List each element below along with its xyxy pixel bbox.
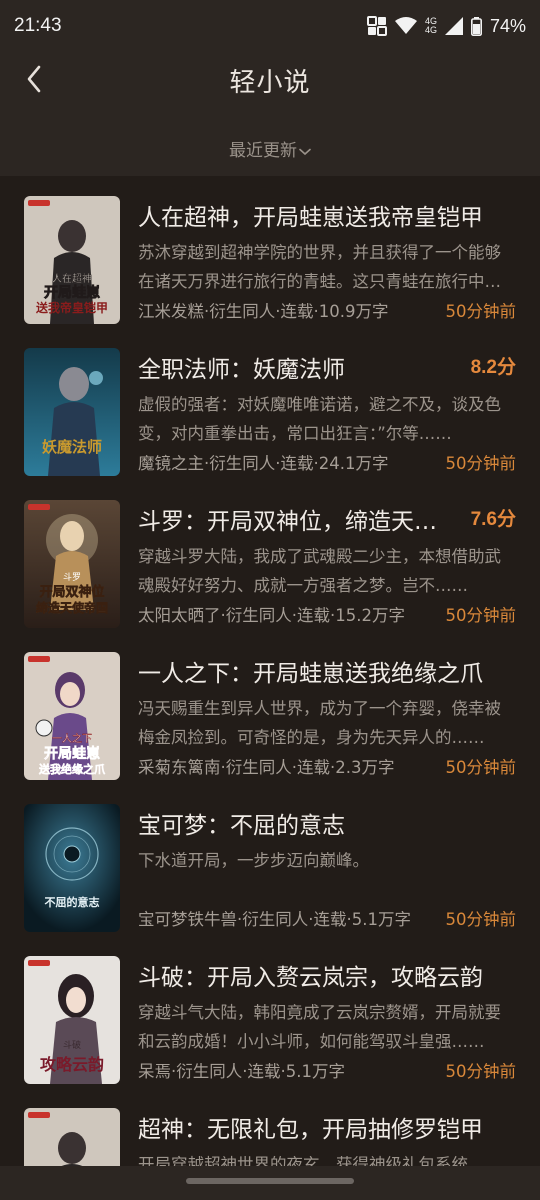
svg-text:一人之下: 一人之下 <box>52 732 92 745</box>
page-title: 轻小说 <box>229 68 311 98</box>
svg-text:送我帝皇铠甲: 送我帝皇铠甲 <box>35 300 108 315</box>
book-item[interactable]: 人在超神 开局蛙崽 送我帝皇铠甲 人在超神，开局蛙崽送我帝皇铠甲 苏沐穿越到超神… <box>0 176 540 328</box>
svg-text:斗罗: 斗罗 <box>63 572 81 583</box>
update-time: 50分钟前 <box>445 758 517 777</box>
book-meta: 魔镜之主·衍生同人·连载·24.1万字 <box>138 454 389 473</box>
book-item[interactable]: 不屈的意志 宝可梦：不屈的意志 下水道开局，一步步迈向巅峰。 宝可梦铁牛兽·衍生… <box>0 784 540 936</box>
book-cover: 妖魔法师 <box>24 348 120 476</box>
signal-icon <box>444 17 463 35</box>
book-meta: 呆焉·衍生同人·连载·5.1万字 <box>138 1062 345 1081</box>
book-description: 穿越斗罗大陆，我成了武魂殿二少主，本想借助武魂殿好好努力、成就一方强者之梦。岂不… <box>138 547 501 595</box>
book-title: 斗罗：开局双神位，缔造天使帝国 <box>138 509 452 535</box>
battery-icon <box>470 16 482 36</box>
svg-text:斗破: 斗破 <box>63 1039 81 1051</box>
svg-text:缔造天使帝国: 缔造天使帝国 <box>36 600 108 615</box>
book-description: 苏沐穿越到超神学院的世界，并且获得了一个能够在诸天万界进行旅行的青蛙。这只青蛙在… <box>138 243 501 291</box>
book-score: 7.6分 <box>470 509 516 530</box>
svg-text:送我绝缘之爪: 送我绝缘之爪 <box>38 762 106 776</box>
book-item[interactable]: 超神：无限礼包，开局抽修罗铠甲 开局穿越超神世界的夜玄，获得神级礼包系统， <box>0 1088 540 1166</box>
svg-text:开局蛙崽: 开局蛙崽 <box>44 284 100 301</box>
book-score: 8.2分 <box>470 357 516 378</box>
update-time: 50分钟前 <box>445 606 517 625</box>
book-meta: 采菊东篱南·衍生同人·连载·2.3万字 <box>138 758 395 777</box>
update-time: 50分钟前 <box>445 1062 517 1081</box>
svg-text:开局双神位: 开局双神位 <box>39 584 104 600</box>
book-item[interactable]: 一人之下 开局蛙崽 送我绝缘之爪 一人之下：开局蛙崽送我绝缘之爪 冯天赐重生到异… <box>0 632 540 784</box>
battery-percent: 74% <box>489 15 526 36</box>
book-description: 下水道开局，一步步迈向巅峰。 <box>138 851 369 870</box>
svg-text:开局蛙崽: 开局蛙崽 <box>44 745 100 762</box>
home-indicator[interactable] <box>186 1178 354 1184</box>
book-description: 穿越斗气大陆，韩阳竟成了云岚宗赘婿，开局就要和云韵成婚！小小斗师，如何能驾驭斗皇… <box>138 1003 501 1051</box>
svg-text:攻略云韵: 攻略云韵 <box>40 1055 104 1074</box>
update-time: 50分钟前 <box>445 910 517 929</box>
book-item[interactable]: 斗罗 开局双神位 缔造天使帝国 斗罗：开局双神位，缔造天使帝国 7.6分 穿越斗… <box>0 480 540 632</box>
book-meta: 江米发糕·衍生同人·连载·10.9万字 <box>138 302 389 321</box>
book-title: 人在超神，开局蛙崽送我帝皇铠甲 <box>138 205 483 231</box>
svg-text:人在超神: 人在超神 <box>52 272 92 285</box>
book-cover: 斗破 攻略云韵 <box>24 956 120 1084</box>
book-description: 开局穿越超神世界的夜玄，获得神级礼包系统， <box>138 1155 485 1166</box>
book-cover: 斗罗 开局双神位 缔造天使帝国 <box>24 500 120 628</box>
book-description: 虚假的强者：对妖魔唯唯诺诺，避之不及，谈及色变，对内重拳出击，常口出狂言：”尔等… <box>138 395 501 443</box>
svg-text:不屈的意志: 不屈的意志 <box>45 895 100 909</box>
app-header: 轻小说 最近更新 <box>0 52 540 176</box>
book-item[interactable]: 斗破 攻略云韵 斗破：开局入赘云岚宗，攻略云韵 穿越斗气大陆，韩阳竟成了云岚宗赘… <box>0 936 540 1088</box>
book-title: 宝可梦：不屈的意志 <box>138 813 345 839</box>
nfc-icon <box>366 16 387 36</box>
status-time: 21:43 <box>14 15 62 36</box>
book-title: 斗破：开局入赘云岚宗，攻略云韵 <box>138 965 483 991</box>
book-cover: 一人之下 开局蛙崽 送我绝缘之爪 <box>24 652 120 780</box>
book-title: 一人之下：开局蛙崽送我绝缘之爪 <box>138 661 483 687</box>
status-icons: 4G 4G 74% <box>366 15 526 37</box>
book-title: 超神：无限礼包，开局抽修罗铠甲 <box>138 1117 483 1143</box>
wifi-icon <box>394 17 417 35</box>
update-time: 50分钟前 <box>445 454 517 473</box>
book-cover: 不屈的意志 <box>24 804 120 932</box>
book-cover <box>24 1108 120 1166</box>
book-meta: 宝可梦铁牛兽·衍生同人·连载·5.1万字 <box>138 910 411 929</box>
book-meta: 太阳太晒了·衍生同人·连载·15.2万字 <box>138 606 405 625</box>
sort-label: 最近更新 <box>229 141 297 161</box>
sort-dropdown[interactable]: 最近更新 <box>0 136 540 161</box>
status-bar: 21:43 4G 4G 74% <box>0 0 540 52</box>
book-description: 冯天赐重生到异人世界，成为了一个弃婴，侥幸被梅金凤捡到。可奇怪的是，身为先天异人… <box>138 699 501 747</box>
book-list: 人在超神 开局蛙崽 送我帝皇铠甲 人在超神，开局蛙崽送我帝皇铠甲 苏沐穿越到超神… <box>0 176 540 1166</box>
book-item[interactable]: 妖魔法师 全职法师：妖魔法师 8.2分 虚假的强者：对妖魔唯唯诺诺，避之不及，谈… <box>0 328 540 480</box>
chevron-down-icon <box>299 141 311 161</box>
book-title: 全职法师：妖魔法师 <box>138 357 345 383</box>
book-cover: 人在超神 开局蛙崽 送我帝皇铠甲 <box>24 196 120 324</box>
update-time: 50分钟前 <box>445 302 517 321</box>
network-type-icon: 4G 4G <box>424 16 437 35</box>
svg-text:妖魔法师: 妖魔法师 <box>42 438 102 456</box>
